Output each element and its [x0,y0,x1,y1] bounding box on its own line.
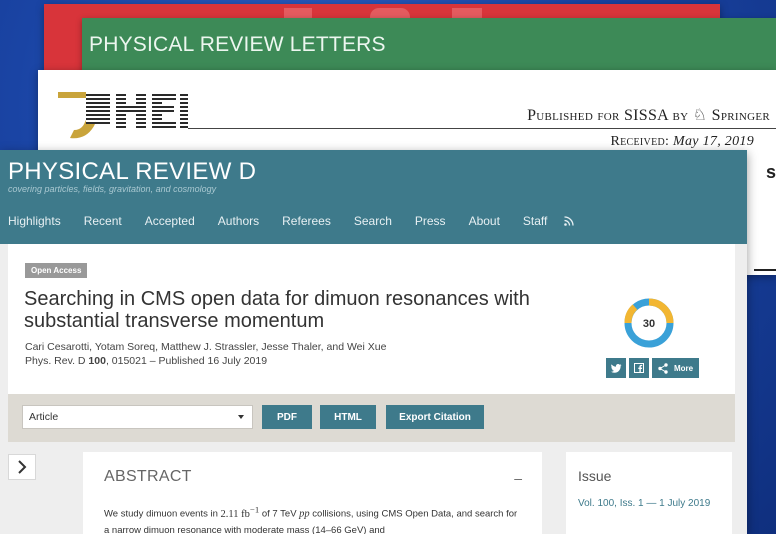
prd-article-page: PHYSICAL REVIEW D covering particles, fi… [0,150,747,534]
altmetric-badge[interactable]: 30 [624,298,674,348]
issue-heading: Issue [578,468,612,484]
nav-authors[interactable]: Authors [218,214,259,228]
expand-sidebar-button[interactable] [8,454,36,480]
section-select[interactable]: Article [22,405,253,429]
rss-icon[interactable] [564,216,575,226]
share-icon [658,362,668,374]
jhep-divider [754,269,776,271]
nav-recent[interactable]: Recent [84,214,122,228]
nav-highlights[interactable]: Highlights [8,214,61,228]
issue-card: Issue Vol. 100, Iss. 1 — 1 July 2019 [566,452,732,534]
open-access-badge: Open Access [25,263,88,278]
article-authors: Cari Cesarotti, Yotam Soreq, Matthew J. … [25,341,387,353]
prd-title[interactable]: PHYSICAL REVIEW D [8,158,256,186]
prl-title: PHYSICAL REVIEW LETTERS [89,33,386,56]
altmetric-score: 30 [643,318,655,330]
share-row: More [606,358,700,378]
nav-accepted[interactable]: Accepted [145,214,195,228]
jhep-received: Received: May 17, 2019 [610,134,754,149]
prd-nav: Highlights Recent Accepted Authors Refer… [8,214,575,228]
nav-search[interactable]: Search [354,214,392,228]
abstract-heading: ABSTRACT [104,468,192,485]
prd-subtitle: covering particles, fields, gravitation,… [8,184,217,194]
prd-header: PHYSICAL REVIEW D covering particles, fi… [0,150,747,244]
facebook-icon[interactable] [629,358,649,378]
springer-icon: ♘ [692,107,708,124]
section-select-value: Article [29,411,59,423]
chevron-right-icon [18,460,27,474]
abstract-card: ABSTRACT – We study dimuon events in 2.1… [83,452,542,534]
jhep-published-line: Published for SISSA by ♘ Springer [527,107,770,124]
prl-header: PHYSICAL REVIEW LETTERS [82,18,776,76]
jhep-rule [188,128,776,129]
nav-about[interactable]: About [469,214,500,228]
jhep-title-fragment: s [765,162,776,182]
article-title: Searching in CMS open data for dimuon re… [24,288,530,332]
caret-down-icon [238,415,244,419]
html-button[interactable]: HTML [320,405,376,429]
nav-referees[interactable]: Referees [282,214,331,228]
export-citation-button[interactable]: Export Citation [386,405,484,429]
issue-link[interactable]: Vol. 100, Iss. 1 — 1 July 2019 [578,496,718,511]
article-toolbar: Article PDF HTML Export Citation [8,394,735,442]
jhep-logo [58,92,188,139]
nav-press[interactable]: Press [415,214,446,228]
abstract-collapse-toggle[interactable]: – [514,470,522,486]
article-citation: Phys. Rev. D 100, 015021 – Published 16 … [25,355,268,367]
share-more-label: More [674,363,694,373]
article-header: Open Access Searching in CMS open data f… [8,244,735,394]
share-more-button[interactable]: More [652,358,700,378]
nav-staff[interactable]: Staff [523,214,547,228]
content-area: ABSTRACT – We study dimuon events in 2.1… [0,442,747,534]
pdf-button[interactable]: PDF [262,405,312,429]
abstract-text: We study dimuon events in 2.11 fb−1 of 7… [104,504,518,534]
twitter-icon[interactable] [606,358,626,378]
